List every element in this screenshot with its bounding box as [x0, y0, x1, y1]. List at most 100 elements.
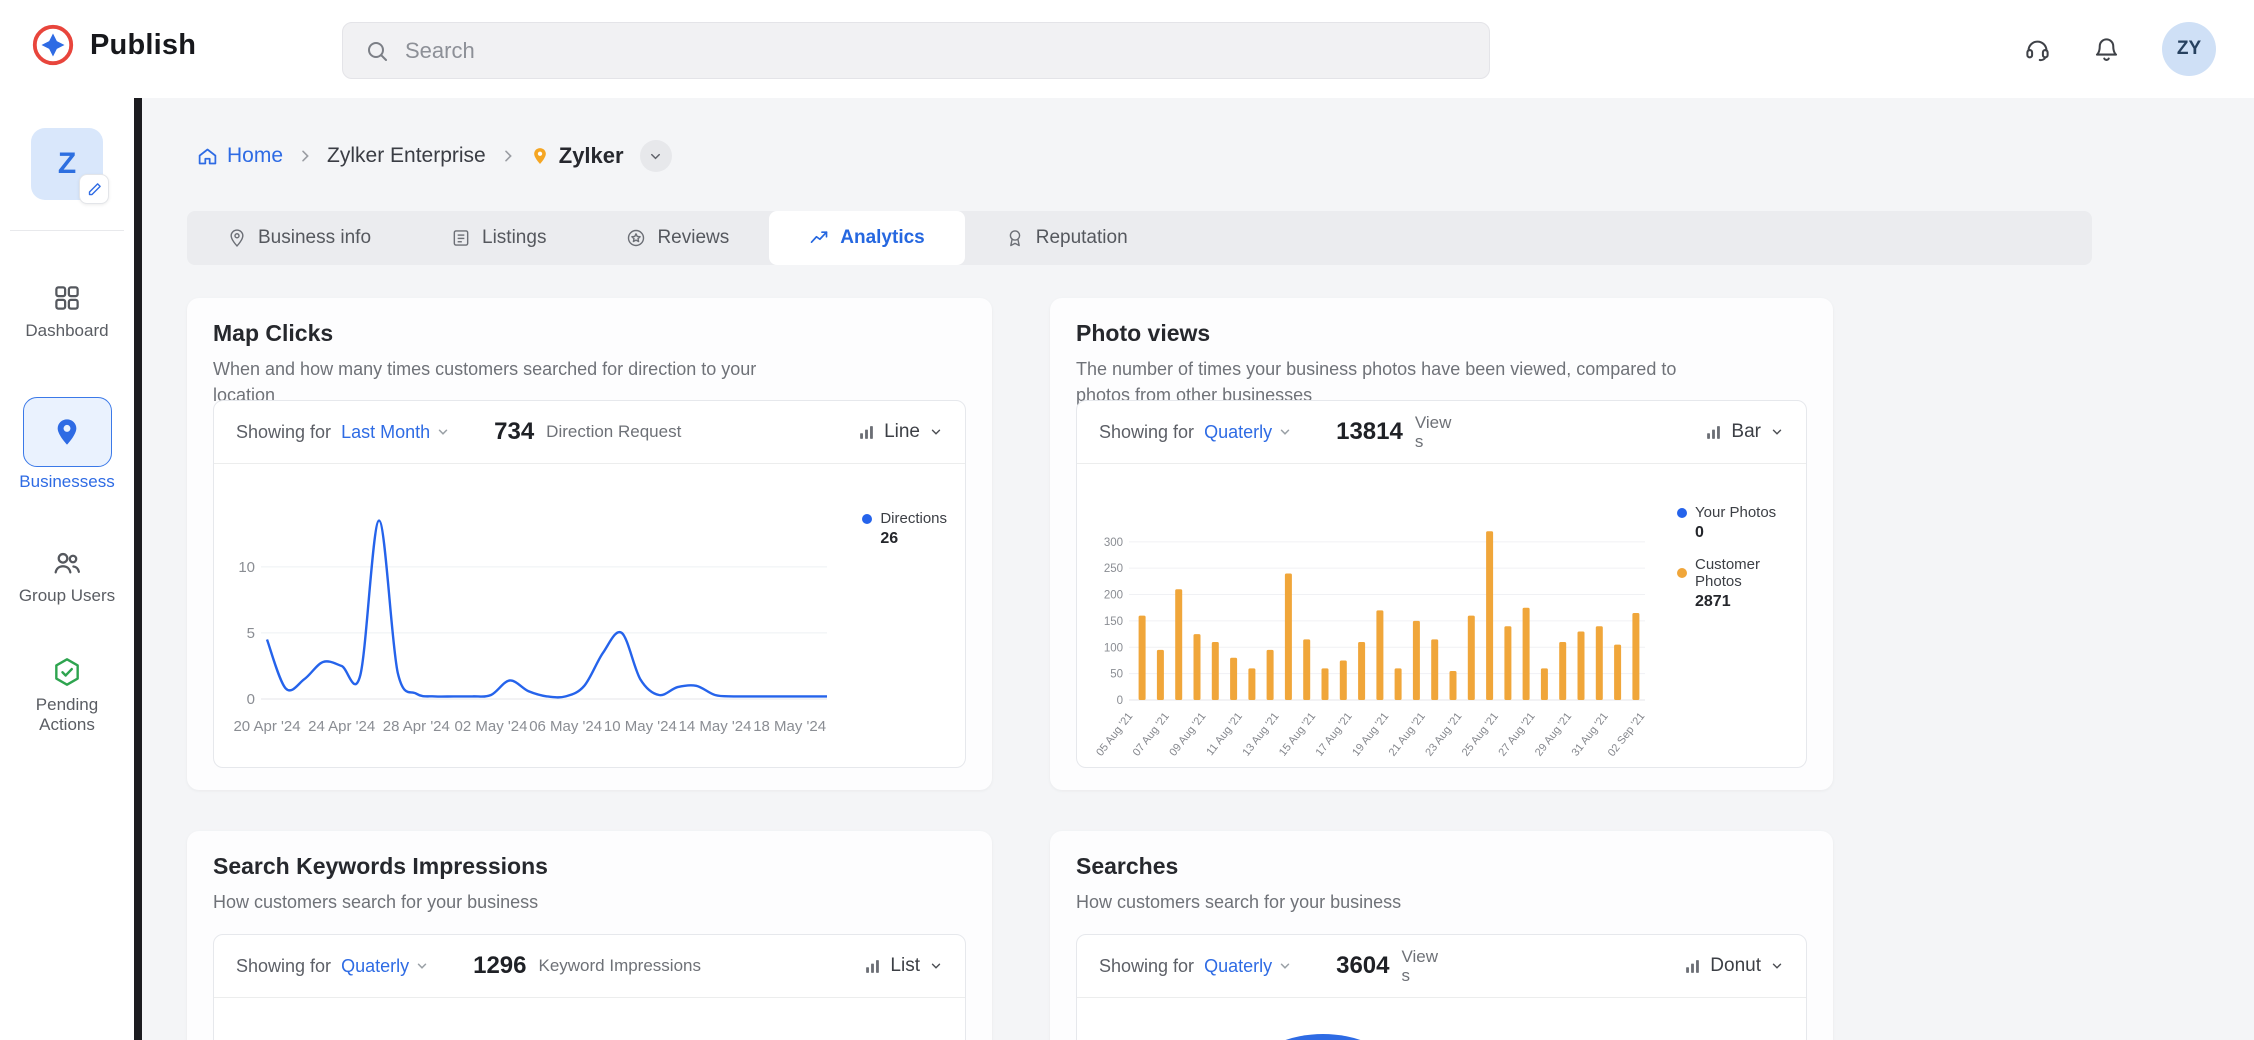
- sidebar-item-dashboard[interactable]: Dashboard: [0, 280, 134, 341]
- svg-text:07 Aug '21: 07 Aug '21: [1131, 710, 1172, 758]
- chart-type-dropdown[interactable]: Bar: [1705, 421, 1784, 443]
- chart-type-value: List: [890, 955, 920, 977]
- svg-text:17 Aug '21: 17 Aug '21: [1314, 710, 1355, 758]
- breadcrumb-home-label: Home: [227, 144, 283, 168]
- mini-bars-icon: [864, 958, 881, 975]
- legend-label: Customer Photos: [1695, 556, 1806, 590]
- svg-text:50: 50: [1110, 669, 1123, 681]
- keywords-list-area: [214, 998, 965, 1040]
- svg-text:21 Aug '21: 21 Aug '21: [1387, 710, 1428, 758]
- tab-reputation[interactable]: Reputation: [965, 211, 1168, 265]
- search-keywords-panel: Showing for Quaterly 1296 Keyword Impres…: [213, 934, 966, 1040]
- svg-text:11 Aug '21: 11 Aug '21: [1204, 710, 1245, 757]
- card-title: Searches: [1076, 853, 1178, 880]
- user-avatar[interactable]: ZY: [2162, 22, 2216, 76]
- chart-type-dropdown[interactable]: List: [864, 955, 943, 977]
- sidebar-resize-bar[interactable]: [134, 98, 142, 1040]
- period-dropdown[interactable]: Last Month: [341, 422, 450, 443]
- tab-label: Analytics: [840, 227, 924, 249]
- breadcrumb: Home Zylker Enterprise Zylker: [197, 136, 672, 176]
- svg-text:100: 100: [1104, 642, 1123, 654]
- card-title: Search Keywords Impressions: [213, 853, 548, 880]
- svg-text:28 Apr '24: 28 Apr '24: [383, 718, 450, 735]
- panel-header: Showing for Quaterly 1296 Keyword Impres…: [214, 935, 965, 998]
- sidebar-item-label: Pending Actions: [25, 695, 109, 735]
- edit-avatar-button[interactable]: [79, 174, 109, 204]
- legend-directions[interactable]: Directions 26: [862, 510, 947, 548]
- tab-label: Reputation: [1036, 227, 1128, 249]
- breadcrumb-business[interactable]: Zylker: [530, 143, 624, 169]
- svg-text:20 Apr '24: 20 Apr '24: [233, 718, 300, 735]
- svg-text:200: 200: [1104, 590, 1123, 602]
- breadcrumb-home[interactable]: Home: [197, 144, 283, 168]
- location-pin-icon: [51, 416, 83, 448]
- bell-icon[interactable]: [2093, 36, 2120, 63]
- tab-label: Reviews: [657, 227, 729, 249]
- tab-listings[interactable]: Listings: [411, 211, 586, 265]
- legend-customer-photos[interactable]: Customer Photos 2871: [1677, 556, 1806, 611]
- donut-chart-area: [1077, 998, 1806, 1040]
- metric-value: 1296: [473, 952, 526, 980]
- svg-text:19 Aug '21: 19 Aug '21: [1350, 710, 1391, 758]
- app-title: Publish: [90, 29, 196, 62]
- active-pill: [23, 397, 112, 467]
- card-description: How customers search for your business: [213, 889, 538, 915]
- metric-label: Views: [1415, 413, 1457, 451]
- svg-text:24 Apr '24: 24 Apr '24: [308, 718, 375, 735]
- svg-text:25 Aug '21: 25 Aug '21: [1460, 710, 1501, 758]
- users-icon: [0, 545, 134, 581]
- metric-label: Keyword Impressions: [538, 956, 701, 975]
- legend-your-photos[interactable]: Your Photos 0: [1677, 504, 1776, 542]
- svg-text:18 May '24: 18 May '24: [753, 718, 826, 735]
- search-input[interactable]: [405, 38, 1467, 64]
- period-dropdown[interactable]: Quaterly: [1204, 956, 1292, 977]
- tab-reviews[interactable]: Reviews: [586, 211, 769, 265]
- showing-for-label: Showing for: [1099, 956, 1194, 977]
- legend-dot: [1677, 568, 1687, 578]
- sidebar-item-group-users[interactable]: Group Users: [0, 545, 134, 606]
- card-searches: Searches How customers search for your b…: [1050, 831, 1833, 1040]
- svg-text:05 Aug '21: 05 Aug '21: [1094, 710, 1135, 758]
- business-switcher-button[interactable]: [640, 140, 672, 172]
- tab-analytics[interactable]: Analytics: [769, 211, 964, 265]
- showing-for-label: Showing for: [236, 956, 331, 977]
- svg-text:15 Aug '21: 15 Aug '21: [1277, 710, 1318, 758]
- sidebar-item-pending-actions[interactable]: Pending Actions: [0, 654, 134, 735]
- period-dropdown[interactable]: Quaterly: [1204, 422, 1292, 443]
- breadcrumb-business-label: Zylker: [559, 143, 624, 169]
- svg-text:14 May '24: 14 May '24: [679, 718, 752, 735]
- svg-text:13 Aug '21: 13 Aug '21: [1240, 710, 1281, 758]
- chart-type-dropdown[interactable]: Line: [858, 421, 943, 443]
- sidebar-item-businesses[interactable]: Businessess: [0, 397, 134, 492]
- sidebar-item-label: Group Users: [0, 586, 134, 606]
- mini-bars-icon: [858, 424, 875, 441]
- chevron-right-icon: [297, 148, 313, 164]
- global-search[interactable]: [342, 22, 1490, 79]
- svg-text:06 May '24: 06 May '24: [529, 718, 602, 735]
- photo-views-bar-chart: 05010015020025030005 Aug '2107 Aug '2109…: [1083, 470, 1668, 774]
- reputation-icon: [1005, 228, 1025, 248]
- card-description: How customers search for your business: [1076, 889, 1401, 915]
- map-clicks-panel: Showing for Last Month 734 Direction Req…: [213, 400, 966, 768]
- svg-text:02 May '24: 02 May '24: [455, 718, 528, 735]
- tab-business-info[interactable]: Business info: [187, 211, 411, 265]
- svg-text:10 May '24: 10 May '24: [604, 718, 677, 735]
- period-value: Quaterly: [341, 956, 409, 977]
- home-icon: [197, 146, 218, 167]
- legend-value: 2871: [1695, 593, 1806, 611]
- period-dropdown[interactable]: Quaterly: [341, 956, 429, 977]
- card-photo-views: Photo views The number of times your bus…: [1050, 298, 1833, 790]
- searches-donut-chart: [1203, 1034, 1443, 1040]
- legend-dot: [862, 514, 872, 524]
- svg-text:300: 300: [1104, 537, 1123, 549]
- showing-for-label: Showing for: [1099, 422, 1194, 443]
- svg-text:29 Aug '21: 29 Aug '21: [1533, 710, 1574, 758]
- svg-text:23 Aug '21: 23 Aug '21: [1423, 710, 1464, 758]
- reviews-icon: [626, 228, 646, 248]
- headset-icon[interactable]: [2024, 36, 2051, 63]
- chart-type-value: Bar: [1731, 421, 1761, 443]
- svg-text:09 Aug '21: 09 Aug '21: [1167, 710, 1208, 758]
- tab-bar: Business info Listings Reviews: [187, 211, 2092, 265]
- breadcrumb-enterprise[interactable]: Zylker Enterprise: [327, 144, 486, 168]
- chart-type-dropdown[interactable]: Donut: [1684, 955, 1784, 977]
